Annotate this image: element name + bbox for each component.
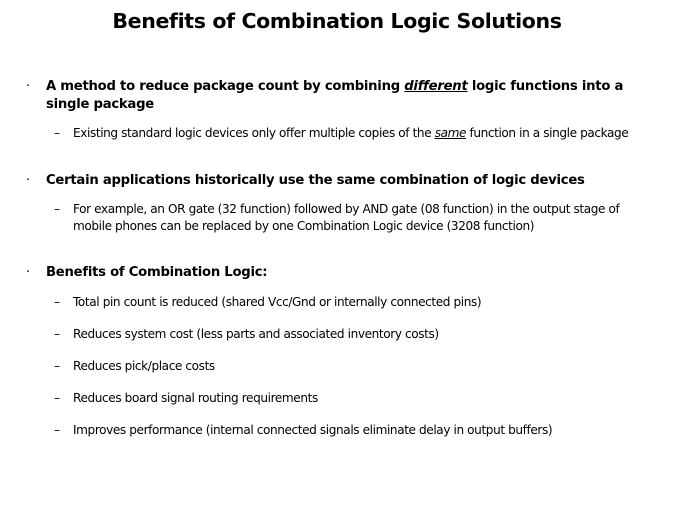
bullet-text-before: A method to reduce package count by comb… [46,79,405,94]
bullet-level1: · Certain applications historically use … [0,172,674,190]
bullet-emphasis: different [404,79,468,94]
bullet-marker-level1-icon: · [26,265,30,280]
slide: Benefits of Combination Logic Solutions … [0,0,674,506]
bullet-level2: – Reduces pick/place costs [0,358,674,375]
bullet-level1: · Benefits of Combination Logic: [0,264,674,282]
bullet-text: Certain applications historically use th… [46,172,585,188]
bullet-text: A method to reduce package count by comb… [46,79,623,112]
bullet-text: Existing standard logic devices only off… [73,126,629,140]
bullet-text-before: Existing standard logic devices only off… [73,126,435,140]
bullet-text: Reduces pick/place costs [73,358,215,373]
bullet-level2: – Existing standard logic devices only o… [0,125,674,142]
bullet-marker-level2-icon: – [54,326,60,341]
bullet-text: For example, an OR gate (32 function) fo… [73,202,620,233]
bullet-level1: · A method to reduce package count by co… [0,78,674,113]
bullet-marker-level1-icon: · [26,172,30,188]
slide-title: Benefits of Combination Logic Solutions [112,9,562,33]
bullet-marker-level2-icon: – [54,294,60,309]
bullet-marker-level1-icon: · [26,79,30,94]
slide-body: · A method to reduce package count by co… [0,78,674,438]
bullet-level2: – Improves performance (internal connect… [0,422,674,439]
bullet-text: Total pin count is reduced (shared Vcc/G… [73,294,482,309]
bullet-emphasis: same [434,126,467,140]
bullet-text: Reduces board signal routing requirement… [73,390,318,405]
bullet-level2: – Reduces system cost (less parts and as… [0,326,674,343]
bullet-text: Reduces system cost (less parts and asso… [73,326,439,341]
bullet-text-after: function in a single package [466,126,629,140]
bullet-text: Improves performance (internal connected… [73,422,553,437]
bullet-marker-level2-icon: – [54,202,60,216]
bullet-marker-level2-icon: – [54,358,60,373]
bullet-level2: – For example, an OR gate (32 function) … [0,201,674,234]
bullet-level2: – Total pin count is reduced (shared Vcc… [0,294,674,311]
bullet-marker-level2-icon: – [54,126,60,140]
bullet-marker-level2-icon: – [54,422,60,437]
bullet-level2: – Reduces board signal routing requireme… [0,390,674,407]
bullet-text: Benefits of Combination Logic: [46,265,268,280]
bullet-marker-level2-icon: – [54,390,60,405]
